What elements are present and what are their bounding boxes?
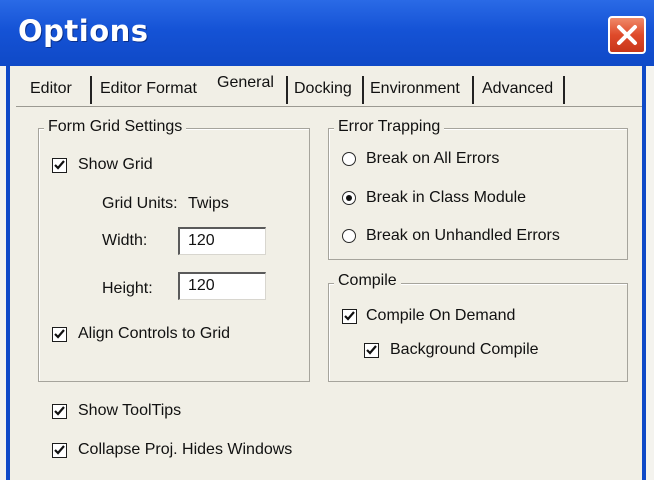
tab-separator [563, 76, 565, 104]
compile-frame-label: Compile [334, 272, 401, 290]
width-field[interactable]: 120 [178, 227, 266, 255]
checkmark-icon [54, 160, 65, 170]
checkmark-icon [344, 311, 355, 321]
tab-advanced[interactable]: Advanced [482, 74, 553, 106]
tab-general[interactable]: General [217, 68, 274, 100]
align-controls-label[interactable]: Align Controls to Grid [78, 325, 230, 343]
background-compile-checkbox[interactable] [364, 343, 379, 358]
align-controls-checkbox[interactable] [52, 327, 67, 342]
checkmark-icon [54, 406, 65, 416]
form-grid-frame-label: Form Grid Settings [44, 118, 187, 136]
break-unhandled-errors-label[interactable]: Break on Unhandled Errors [366, 227, 560, 245]
height-label: Height: [102, 280, 153, 297]
tab-separator [286, 76, 288, 104]
compile-on-demand-label[interactable]: Compile On Demand [366, 307, 515, 325]
show-grid-label[interactable]: Show Grid [78, 156, 153, 174]
break-all-errors-radio[interactable] [342, 152, 356, 166]
checkmark-icon [54, 329, 65, 339]
height-field[interactable]: 120 [178, 272, 266, 300]
show-tooltips-checkbox[interactable] [52, 404, 67, 419]
compile-frame [328, 283, 628, 382]
window-title: Options [18, 14, 149, 48]
title-bar[interactable]: Options [0, 0, 654, 66]
close-button[interactable] [608, 16, 646, 54]
close-icon [617, 25, 637, 45]
error-trapping-frame-label: Error Trapping [334, 118, 445, 136]
break-class-module-label[interactable]: Break in Class Module [366, 189, 526, 207]
tab-docking[interactable]: Docking [294, 74, 352, 106]
tab-separator [472, 76, 474, 104]
background-compile-label[interactable]: Background Compile [390, 341, 539, 359]
compile-on-demand-checkbox[interactable] [342, 309, 357, 324]
tab-editor-format[interactable]: Editor Format [100, 74, 197, 106]
tab-editor[interactable]: Editor [30, 74, 72, 106]
show-tooltips-label[interactable]: Show ToolTips [78, 402, 181, 420]
collapse-proj-checkbox[interactable] [52, 443, 67, 458]
grid-units-label: Grid Units: [102, 195, 178, 212]
tab-separator [362, 76, 364, 104]
break-unhandled-errors-radio[interactable] [342, 229, 356, 243]
options-dialog: Options Editor Editor Format General Doc… [0, 0, 654, 480]
checkmark-icon [54, 445, 65, 455]
show-grid-checkbox[interactable] [52, 158, 67, 173]
width-label: Width: [102, 232, 148, 249]
grid-units-value: Twips [188, 195, 229, 212]
break-class-module-radio[interactable] [342, 191, 356, 205]
collapse-proj-label[interactable]: Collapse Proj. Hides Windows [78, 441, 292, 459]
tab-environment[interactable]: Environment [370, 74, 460, 106]
checkmark-icon [366, 345, 377, 355]
tab-separator [90, 76, 92, 104]
break-all-errors-label[interactable]: Break on All Errors [366, 150, 499, 168]
